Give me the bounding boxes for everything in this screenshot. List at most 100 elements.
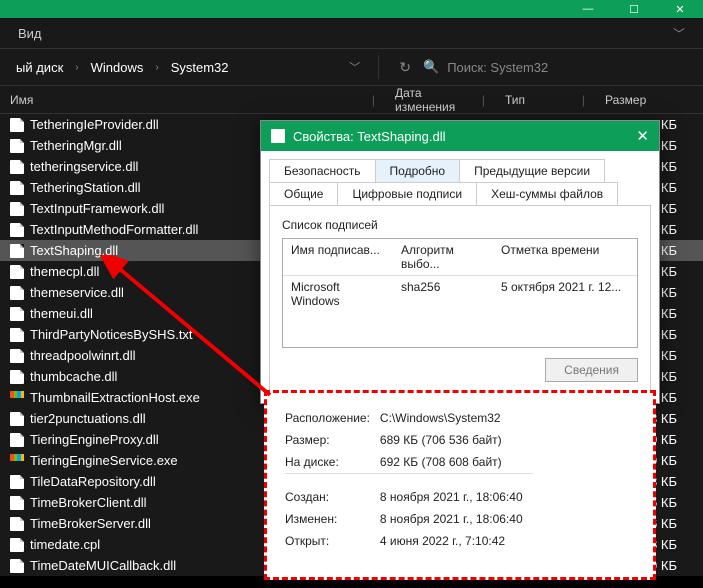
menu-view[interactable]: Вид: [8, 26, 52, 41]
signature-list[interactable]: Имя подписав... Алгоритм выбо... Отметка…: [282, 238, 638, 348]
search-box[interactable]: 🔍 Поиск: System32: [423, 59, 703, 75]
file-name: themeservice.dll: [30, 285, 124, 300]
maximize-button[interactable]: [611, 0, 657, 18]
file-name: tetheringservice.dll: [30, 159, 138, 174]
opened-label: Открыт:: [285, 530, 380, 552]
file-name: themeui.dll: [30, 306, 93, 321]
file-name: TieringEngineProxy.dll: [30, 432, 159, 447]
file-name: TimeBrokerClient.dll: [30, 495, 147, 510]
dialog-tabs: Безопасность Подробно Предыдущие версии: [261, 151, 659, 182]
file-name: TimeDateMUICallback.dll: [30, 558, 176, 573]
close-button[interactable]: [657, 0, 703, 18]
file-name: ThumbnailExtractionHost.exe: [30, 390, 200, 405]
algo-cell: sha256: [393, 276, 493, 312]
divider: [378, 55, 379, 79]
tab-content: Список подписей Имя подписав... Алгоритм…: [269, 205, 651, 395]
tab-hashes[interactable]: Хеш-суммы файлов: [476, 182, 618, 205]
modified-value: 8 ноября 2021 г., 18:06:40: [380, 508, 533, 530]
breadcrumb-part[interactable]: ый диск: [10, 60, 69, 75]
file-name: threadpoolwinrt.dll: [30, 348, 136, 363]
file-icon: [10, 244, 24, 258]
details-button[interactable]: Сведения: [545, 358, 638, 382]
file-name: TileDataRepository.dll: [30, 474, 156, 489]
breadcrumb-dropdown-icon[interactable]: ﹀: [339, 59, 370, 75]
column-size[interactable]: Размер: [595, 93, 695, 107]
column-headers: Имя| Дата изменения| Тип| Размер: [0, 86, 703, 114]
file-icon: [10, 307, 24, 321]
tab-previous-versions[interactable]: Предыдущие версии: [459, 159, 605, 182]
file-icon: [10, 160, 24, 174]
file-icon: [10, 412, 24, 426]
file-name: TimeBrokerServer.dll: [30, 516, 151, 531]
file-icon: [10, 202, 24, 216]
created-value: 8 ноября 2021 г., 18:06:40: [380, 486, 533, 508]
signature-list-label: Список подписей: [282, 218, 638, 232]
breadcrumb-part[interactable]: Windows: [85, 60, 150, 75]
file-icon: [10, 496, 24, 510]
file-icon: [10, 265, 24, 279]
size-label: Размер:: [285, 429, 380, 451]
column-type[interactable]: Тип|: [495, 93, 595, 107]
location-value: C:\Windows\System32: [380, 407, 533, 429]
file-icon: [10, 370, 24, 384]
file-icon: [10, 223, 24, 237]
tab-security[interactable]: Безопасность: [269, 159, 376, 182]
file-name: timedate.cpl: [30, 537, 100, 552]
file-icon: [10, 118, 24, 132]
column-date[interactable]: Дата изменения|: [385, 86, 495, 114]
file-name: TextInputFramework.dll: [30, 201, 164, 216]
search-placeholder: Поиск: System32: [447, 60, 548, 75]
file-name: TieringEngineService.exe: [30, 453, 178, 468]
file-name: thumbcache.dll: [30, 369, 117, 384]
file-icon: [10, 181, 24, 195]
signature-row[interactable]: Microsoft Windows sha256 5 октября 2021 …: [283, 276, 637, 312]
file-icon: [10, 349, 24, 363]
highlight-box: Расположение:C:\Windows\System32 Размер:…: [264, 390, 656, 580]
file-icon: [10, 538, 24, 552]
menubar: Вид ﹀: [0, 18, 703, 48]
properties-dialog: Свойства: TextShaping.dll ✕ Безопасность…: [260, 120, 660, 404]
breadcrumb[interactable]: ый диск › Windows › System32: [0, 60, 339, 75]
chevron-right-icon: ›: [69, 62, 84, 73]
file-name: TetheringMgr.dll: [30, 138, 122, 153]
search-icon: 🔍: [423, 59, 439, 75]
exe-icon: [10, 454, 24, 468]
file-icon: [271, 129, 285, 143]
col-algorithm[interactable]: Алгоритм выбо...: [393, 239, 493, 275]
tab-digital-signatures[interactable]: Цифровые подписи: [337, 182, 477, 205]
navbar: ый диск › Windows › System32 ﹀ ↻ 🔍 Поиск…: [0, 48, 703, 86]
dialog-close-icon[interactable]: ✕: [636, 127, 649, 145]
file-icon: [10, 475, 24, 489]
file-name: themecpl.dll: [30, 264, 99, 279]
file-name: tier2punctuations.dll: [30, 411, 146, 426]
file-icon: [10, 139, 24, 153]
col-signer[interactable]: Имя подписав...: [283, 239, 393, 275]
dialog-titlebar[interactable]: Свойства: TextShaping.dll ✕: [261, 121, 659, 151]
signer-cell: Microsoft Windows: [283, 276, 393, 312]
timestamp-cell: 5 октября 2021 г. 12...: [493, 276, 637, 312]
disk-value: 692 КБ (708 608 байт): [380, 451, 533, 474]
dialog-tabs-row2: Общие Цифровые подписи Хеш-суммы файлов: [261, 182, 659, 205]
size-value: 689 КБ (706 536 байт): [380, 429, 533, 451]
minimize-button[interactable]: [565, 0, 611, 18]
created-label: Создан:: [285, 486, 380, 508]
file-icon: [10, 559, 24, 573]
file-name: TextInputMethodFormatter.dll: [30, 222, 198, 237]
tab-details[interactable]: Подробно: [375, 159, 461, 182]
modified-label: Изменен:: [285, 508, 380, 530]
breadcrumb-part[interactable]: System32: [165, 60, 235, 75]
refresh-icon[interactable]: ↻: [387, 59, 423, 76]
disk-label: На диске:: [285, 451, 380, 474]
file-name: ThirdPartyNoticesBySHS.txt: [30, 327, 193, 342]
ribbon-expand-icon[interactable]: ﹀: [663, 25, 695, 42]
file-name: TetheringStation.dll: [30, 180, 141, 195]
col-timestamp[interactable]: Отметка времени: [493, 239, 637, 275]
dialog-title: Свойства: TextShaping.dll: [293, 129, 445, 144]
file-icon: [10, 328, 24, 342]
tab-general[interactable]: Общие: [269, 182, 338, 205]
column-name[interactable]: Имя|: [0, 93, 385, 107]
signature-list-header: Имя подписав... Алгоритм выбо... Отметка…: [283, 239, 637, 276]
file-icon: [10, 517, 24, 531]
file-name: TextShaping.dll: [30, 243, 118, 258]
exe-icon: [10, 391, 24, 405]
